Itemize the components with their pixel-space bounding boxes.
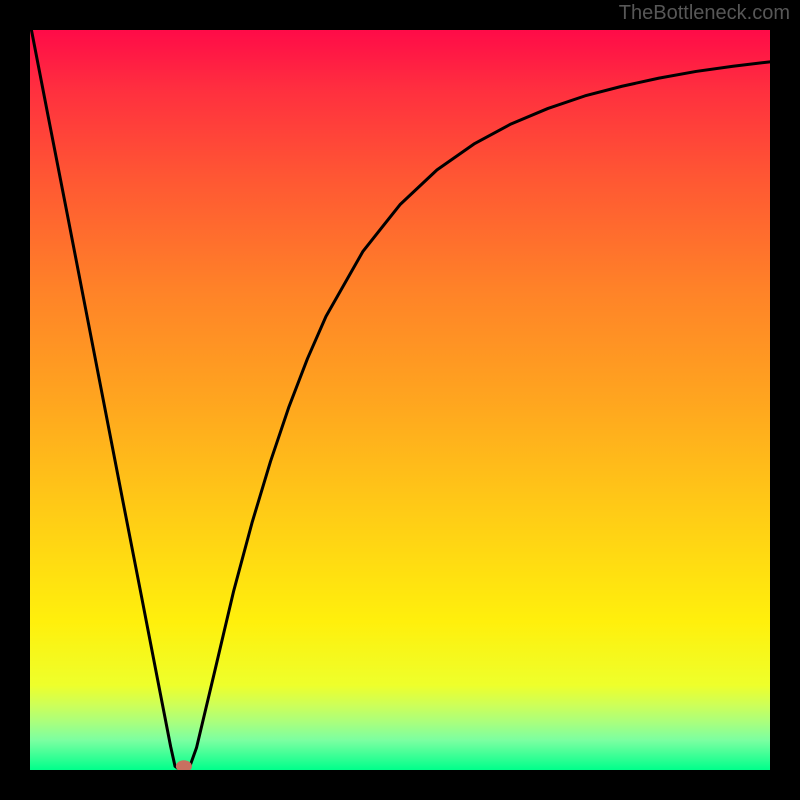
- watermark-text: TheBottleneck.com: [619, 2, 790, 25]
- chart-frame: TheBottleneck.com: [0, 0, 800, 800]
- bottleneck-curve: [30, 30, 770, 770]
- minimum-marker-icon: [176, 760, 192, 770]
- chart-svg: [30, 30, 770, 770]
- plot-area: [30, 30, 770, 770]
